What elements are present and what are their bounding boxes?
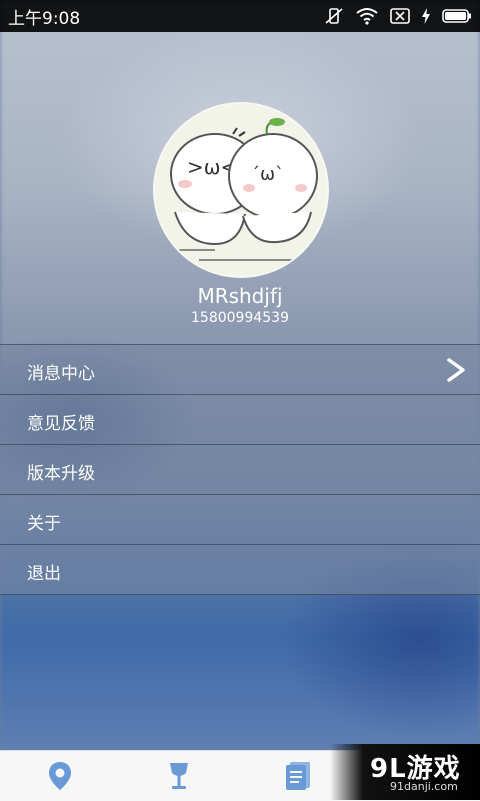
avatar-cartoon-image: >ω< ˊωˋ: [155, 104, 327, 276]
watermark-url: 91danji.com: [390, 780, 458, 793]
wine-glass-icon: [170, 763, 188, 789]
tab-drinks[interactable]: [159, 759, 199, 793]
menu-item-label: 关于: [27, 514, 61, 534]
menu-item-version-upgrade[interactable]: 版本升级: [0, 444, 480, 494]
svg-text:ˊωˋ: ˊωˋ: [251, 164, 284, 185]
username: MRshdjfj: [197, 284, 283, 308]
menu-item-about[interactable]: 关于: [0, 494, 480, 544]
menu-item-label: 退出: [27, 564, 61, 584]
status-time: 上午9:08: [8, 9, 81, 29]
menu-item-label: 消息中心: [27, 364, 95, 384]
menu-item-message-center[interactable]: 消息中心: [0, 344, 480, 394]
phone-number: 15800994539: [191, 310, 289, 326]
location-pin-icon: [49, 762, 71, 790]
no-sim-icon: [390, 8, 410, 24]
chevron-right-icon: [447, 358, 465, 382]
tab-orders[interactable]: [278, 759, 318, 793]
vibrate-off-icon: [325, 8, 343, 24]
document-icon: [286, 762, 310, 790]
charging-icon: [422, 8, 430, 24]
menu-item-label: 版本升级: [27, 464, 95, 484]
wifi-icon: [356, 8, 378, 25]
settings-menu: 消息中心 意见反馈 版本升级 关于 退出: [0, 344, 480, 595]
profile-header: >ω< ˊωˋ MRshdjfj 15800994539: [0, 32, 480, 344]
menu-item-logout[interactable]: 退出: [0, 544, 480, 595]
watermark: 9L游戏 91danji.com: [330, 744, 480, 800]
menu-item-label: 意见反馈: [27, 414, 95, 434]
battery-icon: [442, 9, 471, 23]
status-bar: 上午9:08: [0, 0, 480, 32]
tab-location[interactable]: [40, 759, 80, 793]
avatar[interactable]: >ω< ˊωˋ: [153, 102, 329, 278]
menu-item-feedback[interactable]: 意见反馈: [0, 394, 480, 444]
status-icons: [324, 6, 472, 26]
